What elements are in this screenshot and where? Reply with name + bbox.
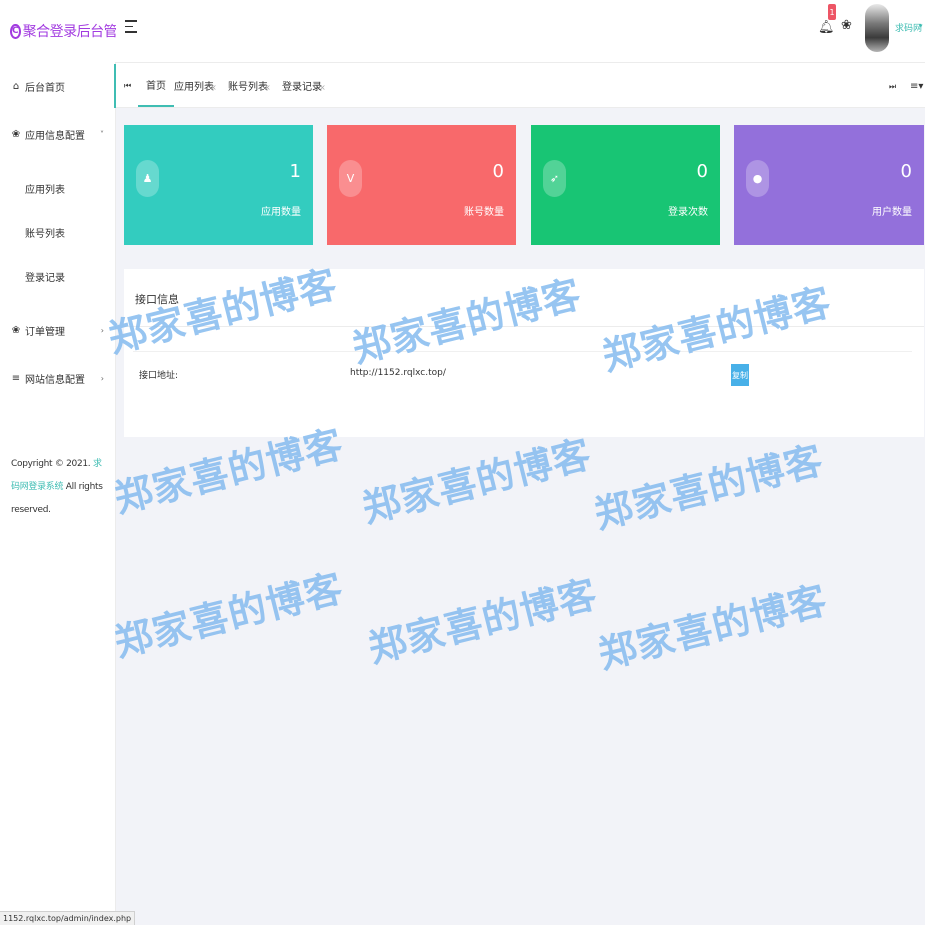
tab-scroll-left-icon[interactable]: ⏮ <box>124 81 131 91</box>
vue-icon: V <box>339 160 362 197</box>
notification-badge: 1 <box>828 4 836 20</box>
home-icon: ⌂ <box>12 80 20 92</box>
list-icon: ≡ <box>11 372 21 384</box>
stat-card-users: ● 0 用户数量 <box>734 125 924 245</box>
stat-card-accounts: V 0 账号数量 <box>327 125 516 245</box>
stat-value: 0 <box>900 161 912 182</box>
chevron-right-icon: › <box>100 373 104 383</box>
sidebar-item-site-config[interactable]: ≡ 网站信息配置 › <box>0 356 116 400</box>
stat-value: 0 <box>696 161 708 182</box>
theme-palette-icon[interactable]: ❀ <box>841 18 852 33</box>
stat-label: 账号数量 <box>464 207 504 218</box>
copyright-text: Copyright © 2021. 求码网登录系统 All rights res… <box>11 453 109 522</box>
stat-value: 1 <box>289 161 301 182</box>
tab-scroll-right-icon[interactable]: ⏭ <box>889 82 896 92</box>
rocket-icon: ➶ <box>543 160 566 197</box>
tab-options-icon[interactable]: ≡▾ <box>910 81 923 92</box>
palette-icon: ❀ <box>11 324 21 336</box>
sidebar: ⌂ 后台首页 ❀ 应用信息配置 ˅ 应用列表 账号列表 登录记录 ❀ 订单管理 … <box>0 62 116 925</box>
sidebar-item-orders[interactable]: ❀ 订单管理 › <box>0 308 116 352</box>
api-address-label: 接口地址: <box>139 371 179 381</box>
api-address-value: http://1152.rqlxc.top/ <box>350 368 446 378</box>
sidebar-subitem-app-list[interactable]: 应用列表 <box>25 181 65 196</box>
sidebar-subitem-account-list[interactable]: 账号列表 <box>25 225 65 240</box>
watermark-text: 郑家喜的博客 <box>363 571 602 672</box>
panel-title: 接口信息 <box>135 293 179 306</box>
user-icon: ● <box>746 160 769 197</box>
stat-card-logins: ➶ 0 登录次数 <box>531 125 720 245</box>
stat-label: 登录次数 <box>668 207 708 218</box>
sidebar-item-app-config[interactable]: ❀ 应用信息配置 ˅ <box>0 112 116 156</box>
watermark-text: 郑家喜的博客 <box>357 431 596 532</box>
sidebar-item-label: 网站信息配置 <box>25 374 85 386</box>
close-icon[interactable]: × <box>210 83 217 92</box>
sidebar-item-label: 订单管理 <box>25 326 65 338</box>
chevron-down-icon[interactable]: ▾ <box>919 22 923 30</box>
tab-home[interactable]: 首页 <box>138 63 174 107</box>
tab-app-list[interactable]: 应用列表 <box>174 63 214 107</box>
sidebar-item-label: 应用信息配置 <box>25 130 85 142</box>
close-icon[interactable]: × <box>319 83 326 92</box>
stat-label: 应用数量 <box>261 207 301 218</box>
copyright-prefix: Copyright © 2021. <box>11 459 93 469</box>
chevron-right-icon: › <box>100 325 104 335</box>
app-logo[interactable]: C 聚合登录后台管理 <box>0 0 131 62</box>
chevron-down-icon: ˅ <box>100 129 104 139</box>
menu-toggle-icon[interactable] <box>125 20 137 34</box>
stat-value: 0 <box>492 161 504 182</box>
stat-label: 用户数量 <box>872 207 912 218</box>
tab-bar: ⏮ 首页 应用列表 × 账号列表 × 登录记录 × ⏭ ≡▾ <box>116 62 925 108</box>
android-icon: ♟ <box>136 160 159 197</box>
bell-icon[interactable]: 🔔︎ <box>818 20 835 35</box>
divider <box>133 351 912 352</box>
copyright-logo-icon: C <box>10 23 21 39</box>
username[interactable]: 求码网 <box>895 21 922 34</box>
watermark-text: 郑家喜的博客 <box>589 437 828 538</box>
sidebar-subitem-login-records[interactable]: 登录记录 <box>25 269 65 284</box>
tab-login-records[interactable]: 登录记录 <box>282 63 322 107</box>
sidebar-item-label: 后台首页 <box>25 82 65 94</box>
app-title: 聚合登录后台管理 <box>22 24 132 40</box>
top-header: 🔔︎ 1 ❀ 求码网 ▾ <box>116 0 925 62</box>
sidebar-item-dashboard[interactable]: ⌂ 后台首页 <box>0 64 116 108</box>
interface-info-panel: 接口信息 接口地址: http://1152.rqlxc.top/ 复制 <box>124 269 924 437</box>
palette-icon: ❀ <box>11 128 21 140</box>
copy-button[interactable]: 复制 <box>731 364 749 386</box>
watermark-text: 郑家喜的博客 <box>593 577 832 678</box>
tab-account-list[interactable]: 账号列表 <box>228 63 268 107</box>
divider <box>124 326 924 327</box>
watermark-text: 郑家喜的博客 <box>109 565 348 666</box>
stat-card-apps: ♟ 1 应用数量 <box>124 125 313 245</box>
close-icon[interactable]: × <box>264 83 271 92</box>
browser-status-url: 1152.rqlxc.top/admin/index.php <box>0 911 136 925</box>
avatar[interactable] <box>865 4 889 52</box>
